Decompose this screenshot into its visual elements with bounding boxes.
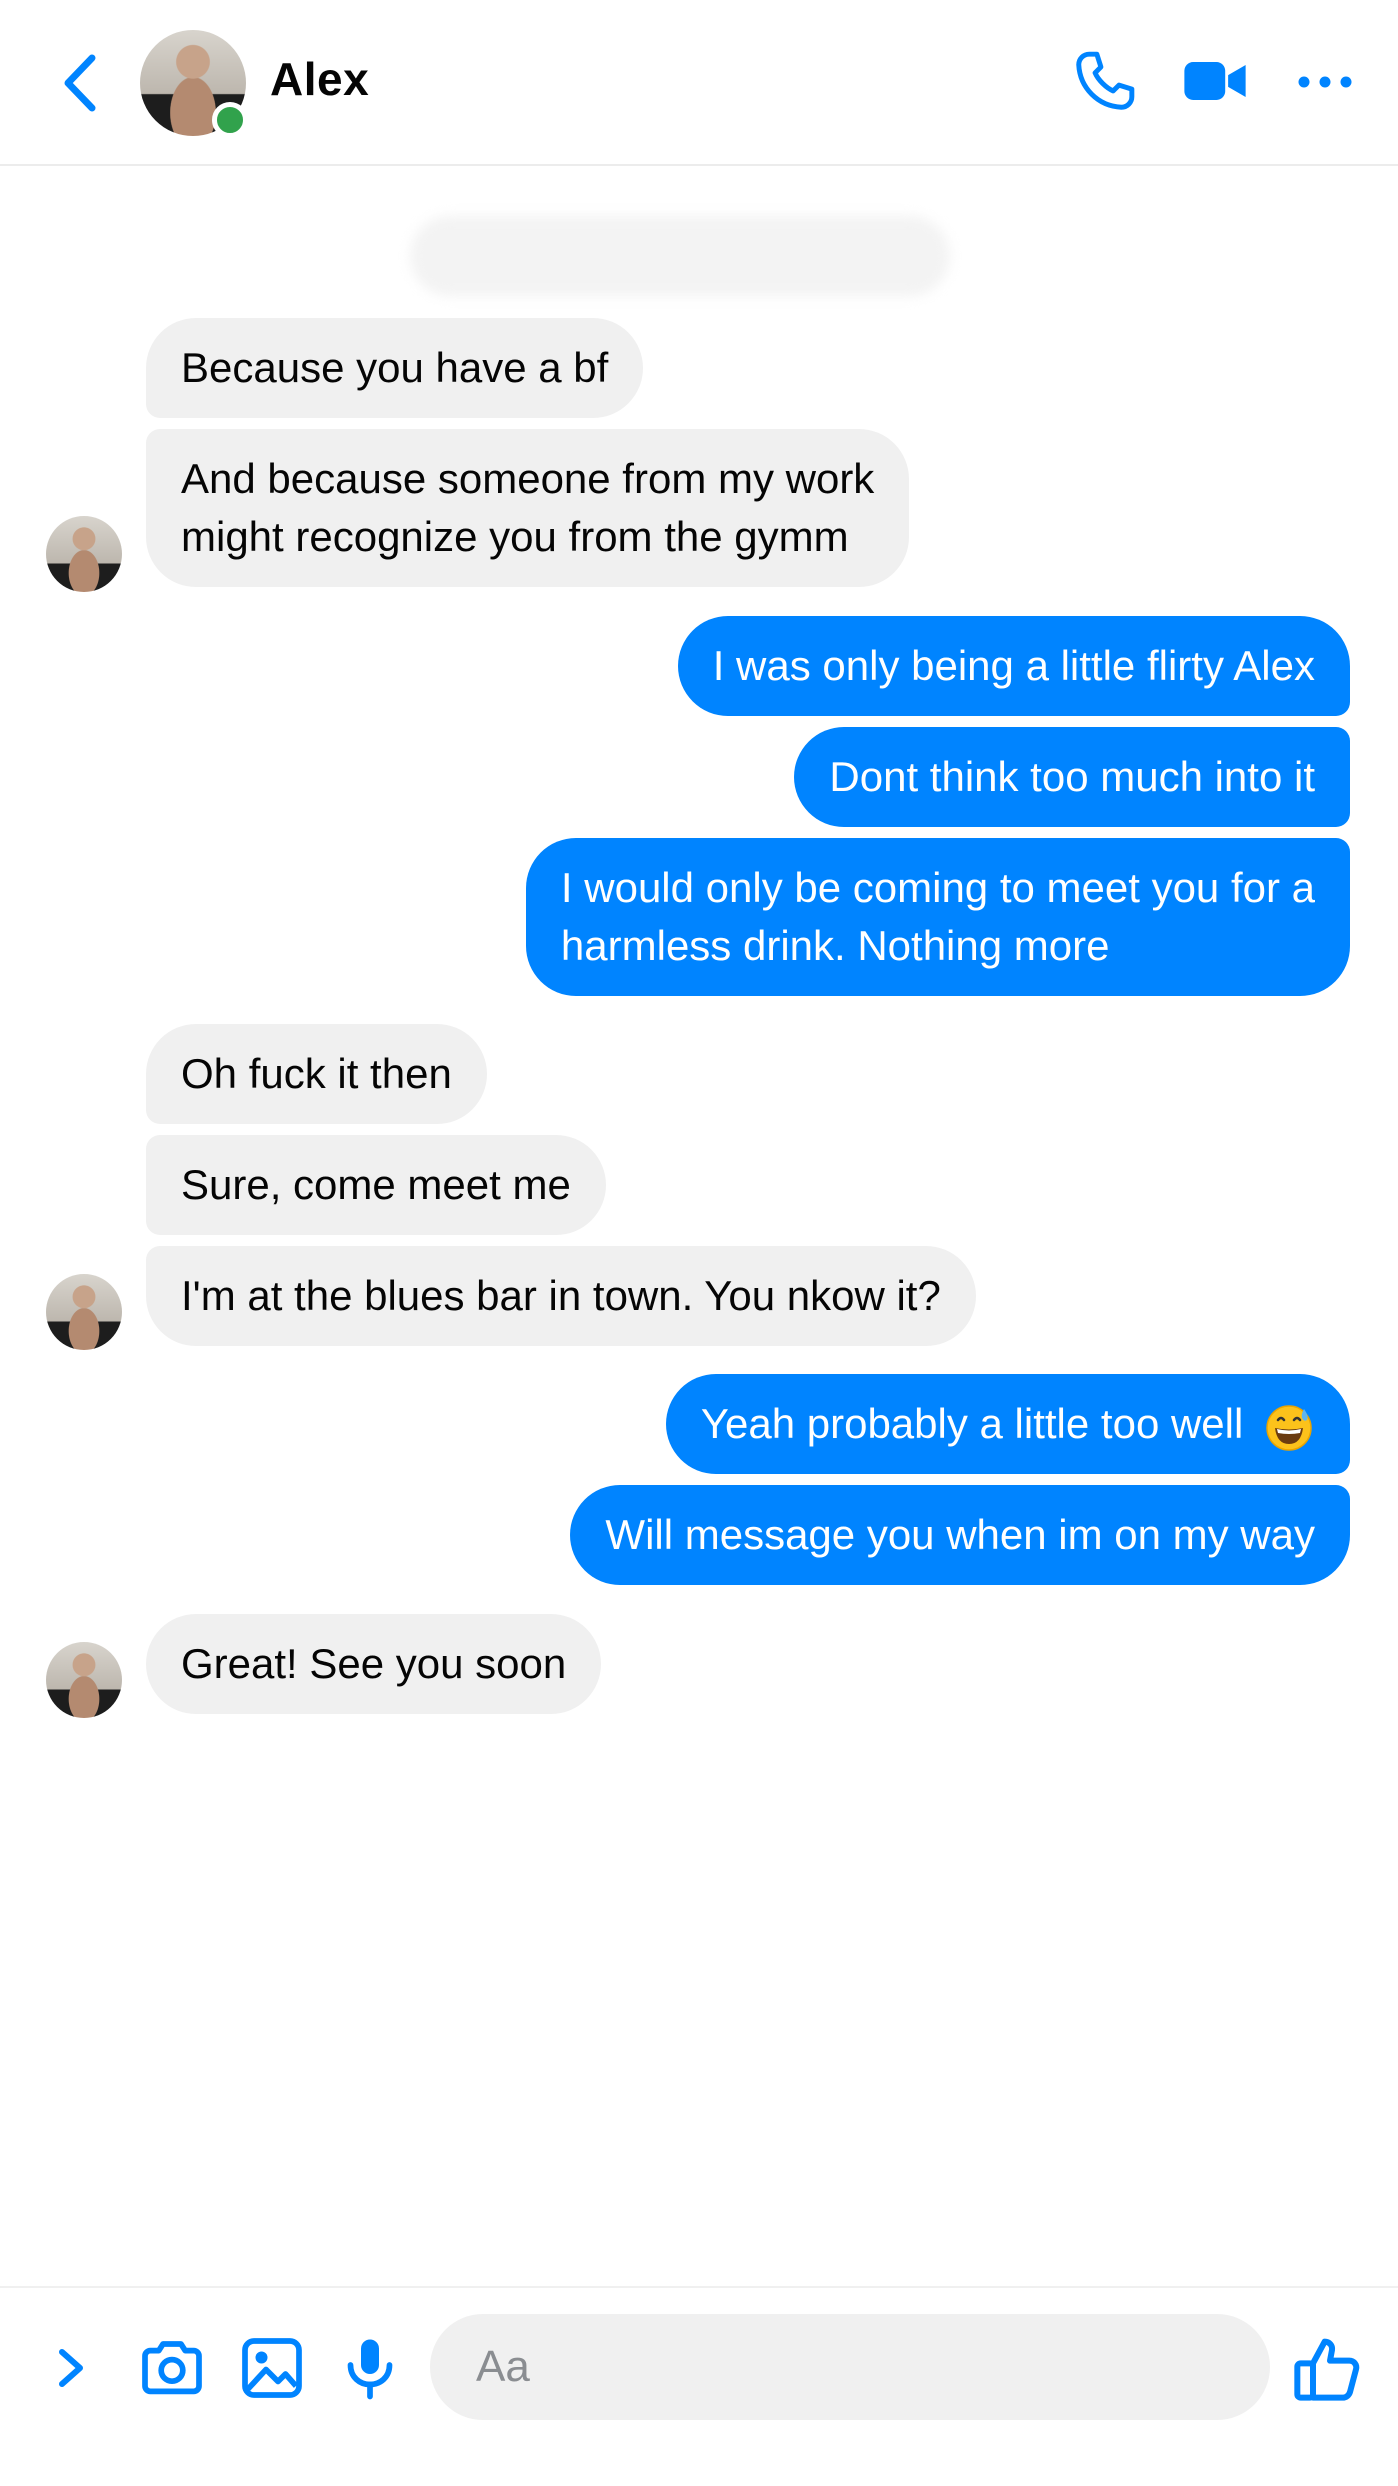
image-icon — [242, 2338, 302, 2398]
voice-clip-button[interactable] — [334, 2332, 406, 2404]
back-icon — [64, 54, 96, 112]
message-text: Will message you when im on my way — [605, 1511, 1315, 1558]
message-text-line-2: harmless drink. Nothing more — [560, 922, 1110, 969]
grinning-sweat-emoji — [1266, 1405, 1312, 1451]
message-outgoing[interactable]: Dont think too much into it — [794, 727, 1350, 827]
message-text: Because you have a bf — [181, 344, 609, 391]
online-status-indicator — [212, 102, 248, 138]
contact-avatar[interactable] — [140, 30, 248, 138]
chevron-right-icon — [59, 2349, 83, 2387]
more-actions-button[interactable] — [36, 2332, 108, 2404]
microphone-icon — [347, 2339, 393, 2400]
more-options-button[interactable] — [1290, 46, 1360, 116]
message-text: Yeah probably a little too well — [700, 1400, 1244, 1447]
blurred-timestamp — [410, 216, 950, 296]
message-outgoing[interactable]: Yeah probably a little too well — [665, 1374, 1350, 1474]
message-composer — [0, 2286, 1398, 2486]
message-incoming[interactable]: Great! See you soon — [146, 1614, 602, 1714]
contact-name[interactable]: Alex — [270, 52, 369, 106]
contact-avatar-small[interactable] — [46, 516, 122, 592]
message-text: Oh fuck it then — [181, 1050, 452, 1097]
message-input[interactable] — [430, 2314, 1270, 2420]
camera-icon — [142, 2341, 202, 2395]
contact-avatar-small[interactable] — [46, 1274, 122, 1350]
message-incoming[interactable]: Oh fuck it then — [146, 1024, 487, 1124]
message-text-line-2: might recognize you from the gymm — [181, 513, 849, 560]
message-text: Great! See you soon — [181, 1640, 567, 1687]
camera-button[interactable] — [136, 2332, 208, 2404]
message-outgoing[interactable]: I would only be coming to meet you for a… — [525, 838, 1350, 996]
message-incoming[interactable]: I'm at the blues bar in town. You nkow i… — [146, 1246, 976, 1346]
more-icon — [1298, 76, 1352, 88]
phone-icon — [1076, 51, 1135, 110]
message-incoming[interactable]: And because someone from my work might r… — [146, 429, 910, 587]
video-camera-icon — [1184, 62, 1246, 100]
message-text: I was only being a little flirty Alex — [712, 642, 1315, 689]
audio-call-button[interactable] — [1070, 46, 1140, 116]
message-text-line-1: I would only be coming to meet you for a — [560, 864, 1315, 911]
message-text: I'm at the blues bar in town. You nkow i… — [181, 1272, 941, 1319]
chat-header: Alex — [0, 0, 1398, 166]
gallery-button[interactable] — [236, 2332, 308, 2404]
thumbs-up-icon — [1294, 2338, 1360, 2401]
message-outgoing[interactable]: Will message you when im on my way — [570, 1485, 1350, 1585]
message-text: Dont think too much into it — [829, 753, 1315, 800]
like-button[interactable] — [1288, 2330, 1368, 2410]
message-incoming[interactable]: Sure, come meet me — [146, 1135, 606, 1235]
back-button[interactable] — [52, 50, 112, 116]
contact-avatar-small[interactable] — [46, 1642, 122, 1718]
message-text: Sure, come meet me — [181, 1161, 571, 1208]
message-incoming[interactable]: Because you have a bf — [146, 318, 644, 418]
message-text-line-1: And because someone from my work — [181, 455, 875, 502]
video-call-button[interactable] — [1180, 46, 1250, 116]
message-outgoing[interactable]: I was only being a little flirty Alex — [677, 616, 1350, 716]
